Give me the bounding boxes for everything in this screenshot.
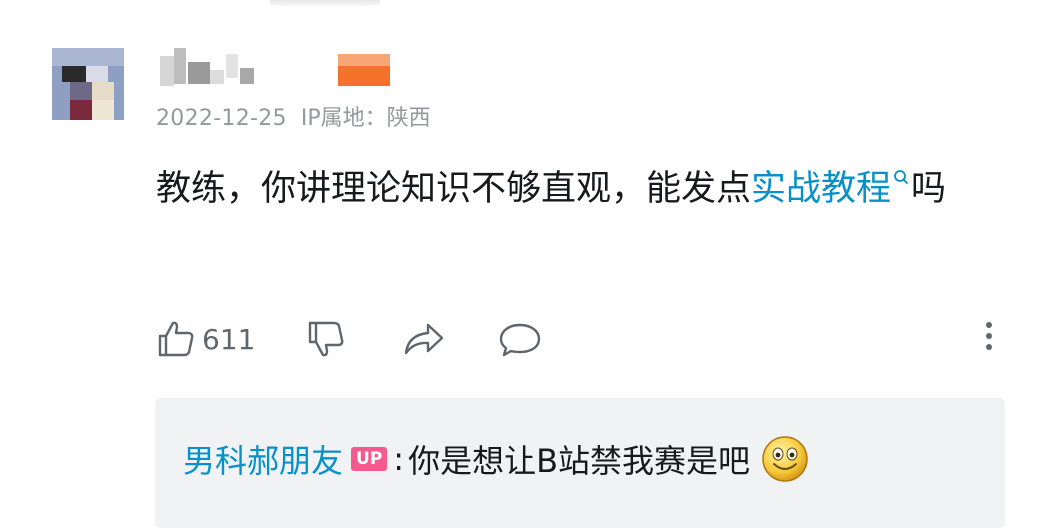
like-count: 611 [202,322,256,356]
up-badge: UP [351,447,388,471]
comment-date: 2022-12-25 [156,106,287,131]
username-blurred[interactable] [160,48,270,90]
share-icon [404,323,444,355]
reply-text: 你是想让B站禁我赛是吧 [408,442,751,480]
like-button[interactable]: 611 [156,316,255,362]
reply-colon: : [393,440,405,478]
top-fade [270,0,380,8]
search-keyword-link[interactable]: 实战教程 [751,169,891,209]
avatar[interactable] [52,48,124,120]
thumbs-up-icon [158,321,194,357]
comment-text: 教练，你讲理论知识不够直观，能发点实战教程 吗 [156,160,976,219]
reply-icon [499,323,541,357]
comment-meta: 2022-12-25 IP属地：陕西 [156,100,431,132]
reply-preview[interactable]: 男科郝朋友 UP : 你是想让B站禁我赛是吧 [155,398,1005,528]
ip-location: IP属地：陕西 [300,106,431,131]
comment-text-plain: 教练，你讲理论知识不够直观，能发点 [156,169,752,209]
search-icon[interactable] [891,168,909,190]
thumbs-down-icon [308,321,344,357]
reply-line: 男科郝朋友 UP : 你是想让B站禁我赛是吧 [183,434,810,484]
share-button[interactable] [402,316,446,362]
smiley-emoji [762,436,808,482]
comment-text-tail: 吗 [911,169,947,209]
dislike-button[interactable] [306,316,346,362]
level-badge [338,54,390,86]
reply-username[interactable]: 男科郝朋友 [183,436,343,482]
reply-button[interactable] [498,316,542,362]
comment-actions: 611 [156,316,1006,362]
more-icon[interactable] [984,322,994,356]
